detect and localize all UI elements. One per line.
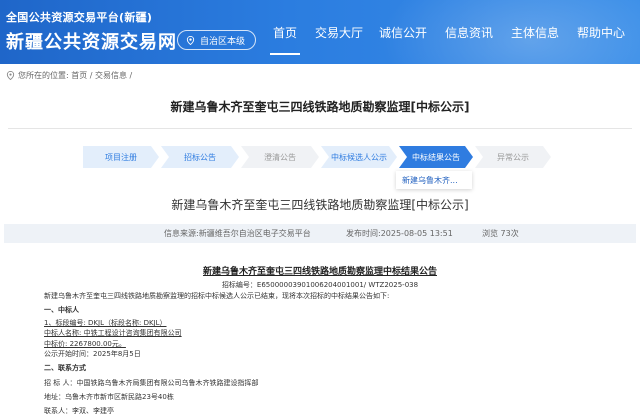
step-tender-notice[interactable]: 招标公告: [161, 146, 239, 168]
tenderer: 招 标 人：中国铁路乌鲁木齐局集团有限公司乌鲁木齐铁路建设指挥部: [44, 379, 259, 387]
step-label: 澄清公告: [264, 152, 296, 162]
info-source: 信息来源:新疆维吾尔自治区电子交易平台: [164, 229, 311, 238]
step-dropdown-item[interactable]: 新建乌鲁木齐...: [396, 171, 472, 189]
lot-info: 1、标段编号: DKJL（标段名称: DKJL）: [44, 319, 167, 327]
step-label: 中标候选人公示: [331, 152, 387, 162]
region-label: 自治区本级: [200, 36, 246, 47]
content-title: 新建乌鲁木齐至奎屯三四线铁路地质勘察监理[中标公示]: [171, 198, 469, 212]
announcement-intro: 新建乌鲁木齐至奎屯三四线铁路地质勘察监理的招标中标候选人公示已结束，现将本次招标…: [44, 292, 390, 300]
nav-home[interactable]: 首页: [262, 0, 308, 64]
info-bar: 信息来源:新疆维吾尔自治区电子交易平台 发布时间:2025-08-05 13:5…: [4, 224, 636, 243]
title-divider: [8, 128, 632, 129]
nav-trading-hall[interactable]: 交易大厅: [308, 0, 370, 64]
address: 地址：乌鲁木齐市新市区新民路23号40栋: [44, 393, 174, 401]
step-label: 项目注册: [105, 152, 137, 162]
announcement-title: 新建乌鲁木齐至奎屯三四线铁路地质勘察监理中标结果公告: [202, 267, 437, 277]
notice-start-date: 公示开始时间：2025年8月5日: [44, 350, 141, 358]
bid-code: 招标编号：E6500000390100620400100​1/ WTZ2025-…: [221, 281, 419, 289]
winner-name: 中标人名称: 中铁工程设计咨询集团有限公司: [44, 329, 182, 337]
step-exception-notice[interactable]: 异常公示: [475, 146, 551, 168]
section-winner: 一、中标人: [44, 306, 79, 314]
step-project-registration[interactable]: 项目注册: [83, 146, 159, 168]
nav-help[interactable]: 帮助中心: [568, 0, 634, 64]
location-pin-icon: [186, 35, 195, 45]
step-clarification[interactable]: 澄清公告: [241, 146, 319, 168]
page-title: 新建乌鲁木齐至奎屯三四线铁路地质勘察监理[中标公示]: [170, 100, 470, 114]
main-nav: 首页 交易大厅 诚信公开 信息资讯 主体信息 帮助中心: [262, 0, 634, 64]
site-header: 全国公共资源交易平台(新疆) 新疆公共资源交易网 自治区本级 首页 交易大厅 诚…: [0, 0, 640, 64]
nav-news[interactable]: 信息资讯: [436, 0, 502, 64]
breadcrumb-text[interactable]: 您所在的位置: 首页 / 交易信息 /: [18, 70, 132, 81]
contact-person: 联系人：李双、李建亭: [44, 407, 114, 415]
step-candidate-notice[interactable]: 中标候选人公示: [321, 146, 397, 168]
region-selector[interactable]: 自治区本级: [177, 30, 257, 50]
info-publish-time: 发布时间:2025-08-05 13:51: [346, 229, 453, 238]
location-icon: [6, 71, 15, 80]
step-label: 中标结果公告: [412, 152, 460, 162]
step-label: 招标公告: [184, 152, 216, 162]
section-contact: 二、联系方式: [44, 364, 86, 372]
winning-price: 中标价: 2267800.00元。: [44, 340, 126, 348]
brand-subtitle[interactable]: 全国公共资源交易平台(新疆): [6, 9, 152, 25]
brand-title[interactable]: 新疆公共资源交易网: [6, 28, 177, 54]
step-result-notice[interactable]: 中标结果公告: [399, 146, 473, 168]
nav-credit[interactable]: 诚信公开: [370, 0, 436, 64]
step-label: 异常公示: [497, 152, 529, 162]
breadcrumb: 您所在的位置: 首页 / 交易信息 /: [6, 70, 132, 81]
nav-entities[interactable]: 主体信息: [502, 0, 568, 64]
info-views: 浏览 73次: [482, 229, 519, 238]
